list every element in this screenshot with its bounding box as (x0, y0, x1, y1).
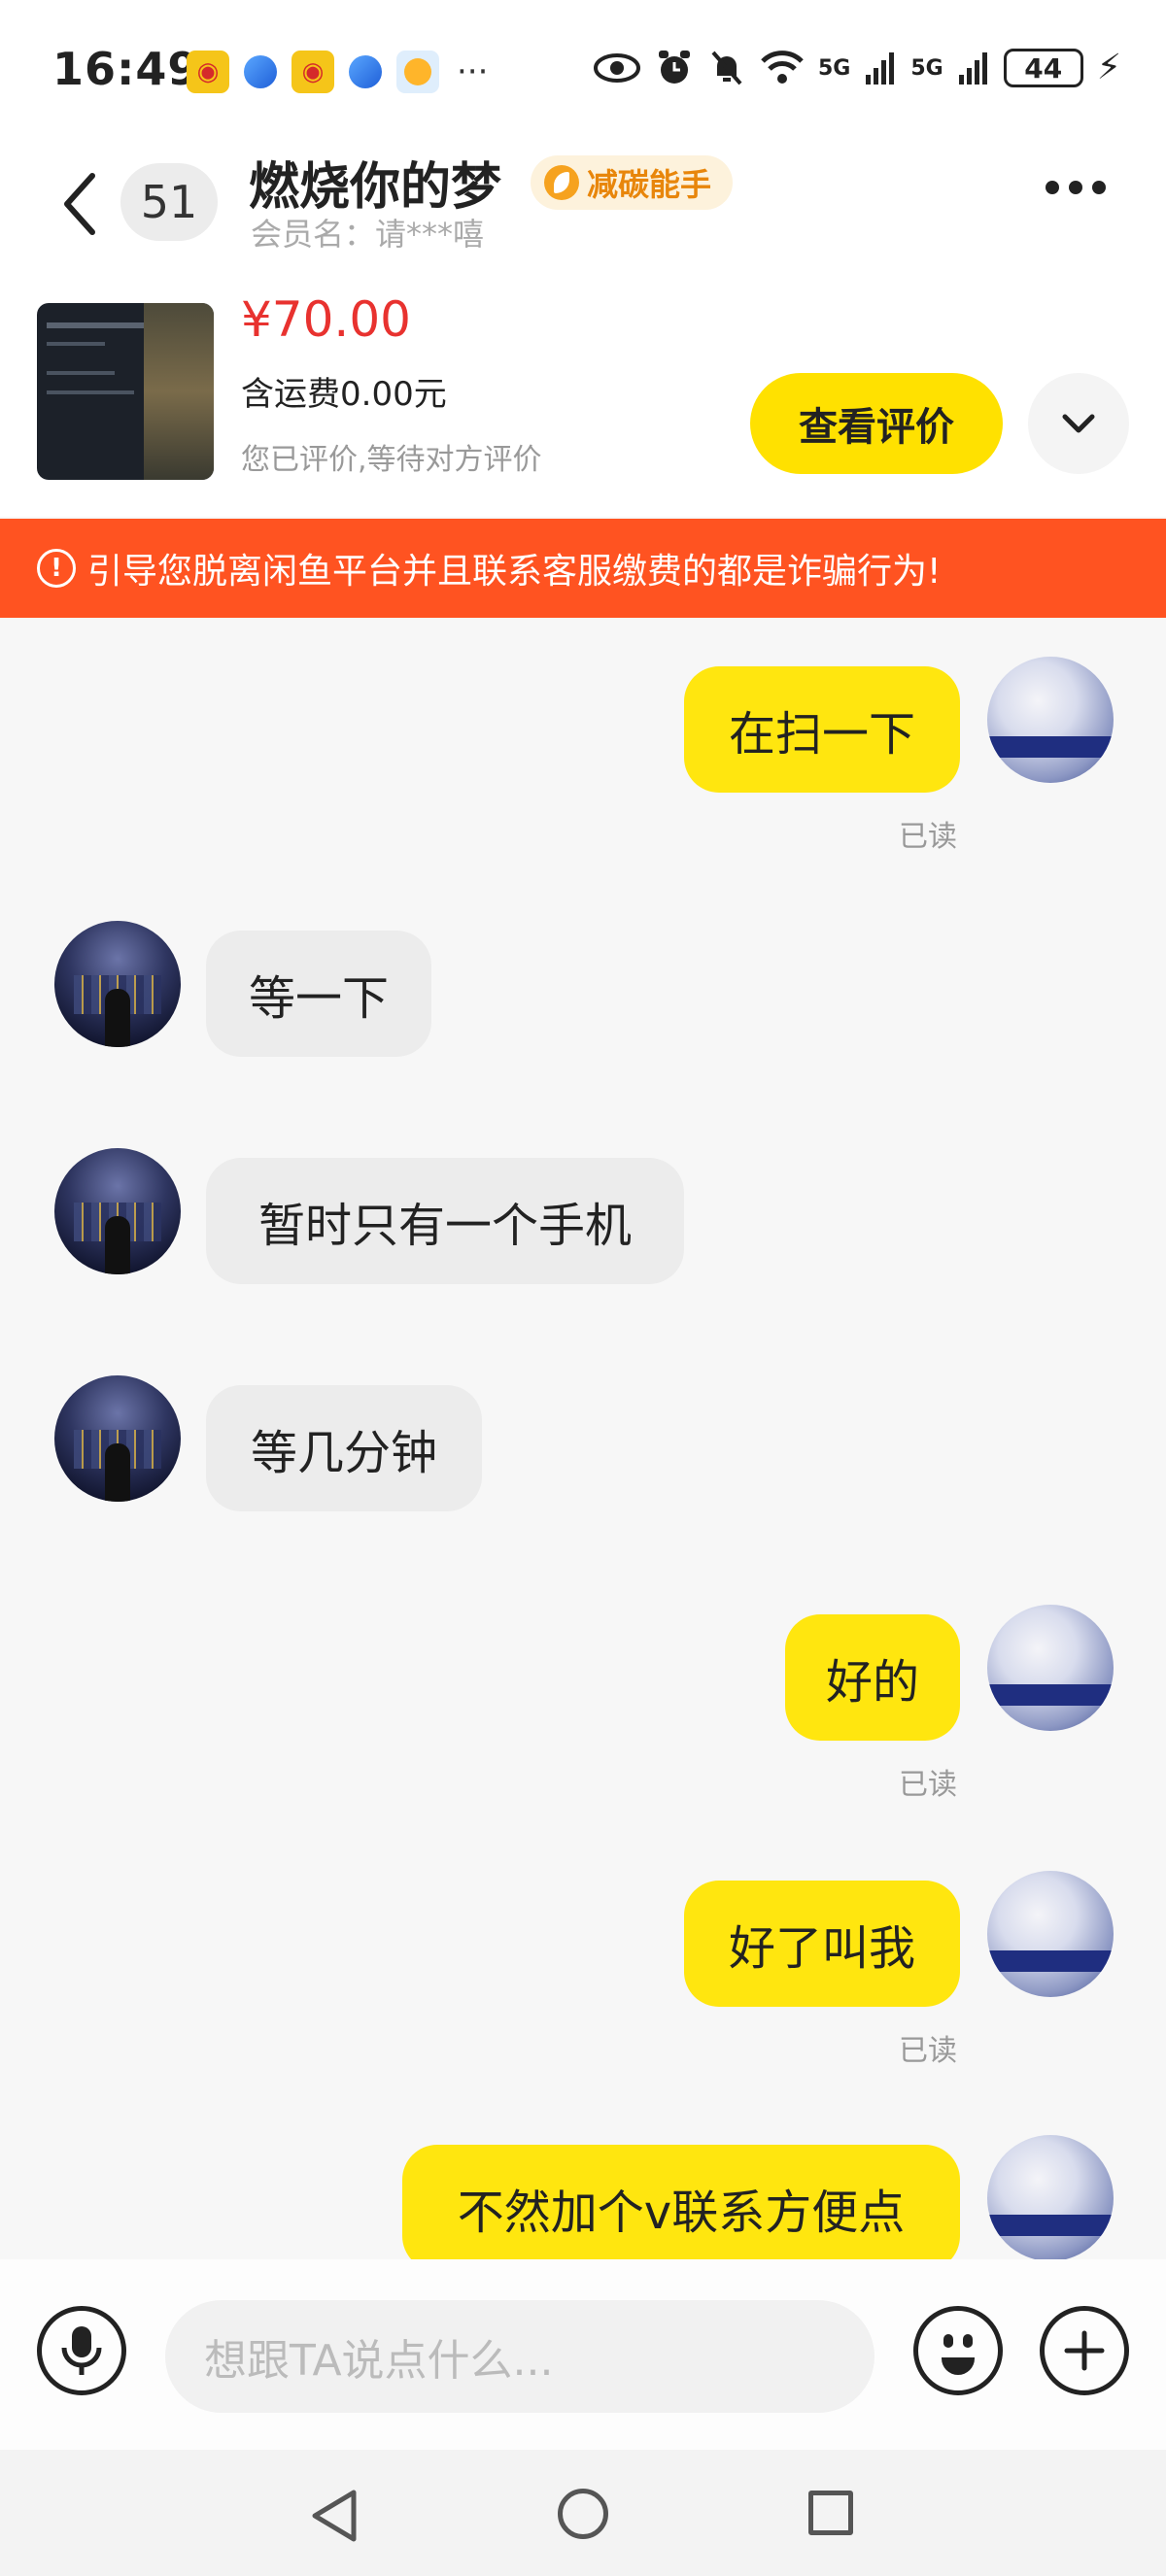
browser-icon (239, 51, 282, 93)
add-button[interactable] (1040, 2306, 1129, 2395)
more-options-button[interactable] (1046, 181, 1106, 194)
nav-back-icon[interactable] (309, 2489, 360, 2543)
contact-avatar[interactable] (54, 921, 181, 1047)
nav-home-icon[interactable] (558, 2489, 608, 2539)
wifi-icon (761, 51, 804, 84)
browser-icon (344, 51, 387, 93)
weibo-icon: ◉ (292, 51, 334, 93)
notification-icons: ◉ ◉ ··· (187, 51, 488, 93)
my-avatar[interactable] (987, 657, 1114, 783)
eye-icon (593, 53, 640, 83)
unread-count-badge[interactable]: 51 (120, 163, 218, 241)
my-avatar[interactable] (987, 1605, 1114, 1731)
emoji-mouth (942, 2357, 975, 2375)
system-indicators: 5G 5G 44 ⚡ (593, 49, 1121, 87)
message-bubble-me[interactable]: 好了叫我 (684, 1881, 960, 2007)
network-label-1: 5G (817, 55, 851, 81)
message-bubble-other[interactable]: 等一下 (206, 931, 431, 1057)
chevron-left-icon (64, 173, 95, 235)
nav-recents-icon[interactable] (808, 2491, 853, 2535)
leaf-icon (544, 165, 579, 200)
more-dot (1046, 181, 1059, 194)
network-label-2: 5G (910, 55, 943, 81)
mute-icon (711, 51, 742, 85)
battery-level: 44 (1024, 51, 1063, 85)
more-dot (1092, 181, 1106, 194)
fraud-warning-banner: ! 引导您脱离闲鱼平台并且联系客服缴费的都是诈骗行为! (0, 519, 1166, 618)
expand-button[interactable] (1028, 373, 1129, 474)
contact-avatar[interactable] (54, 1375, 181, 1502)
input-bar: 想跟TA说点什么... (0, 2259, 1166, 2450)
contact-avatar[interactable] (54, 1148, 181, 1274)
message-bubble-other[interactable]: 等几分钟 (206, 1385, 482, 1511)
battery-icon: 44 (1003, 49, 1083, 87)
message-bubble-me[interactable]: 好的 (785, 1614, 960, 1741)
chevron-down-icon (1062, 414, 1095, 433)
voice-button[interactable] (37, 2306, 126, 2395)
read-receipt: 已读 (899, 2034, 957, 2068)
emoji-button[interactable] (913, 2306, 1003, 2395)
system-nav-bar (0, 2450, 1166, 2576)
weibo-icon: ◉ (187, 51, 229, 93)
read-receipt: 已读 (899, 1768, 957, 1802)
product-card: ¥70.00 含运费0.00元 您已评价,等待对方评价 查看评价 (0, 291, 1166, 517)
product-price: ¥70.00 (241, 291, 411, 348)
carbon-badge[interactable]: 减碳能手 (531, 155, 734, 210)
emoji-eye (963, 2334, 973, 2348)
review-status: 您已评价,等待对方评价 (241, 443, 542, 477)
my-avatar[interactable] (987, 2135, 1114, 2259)
shipping-info: 含运费0.00元 (241, 375, 447, 414)
plus-icon (1064, 2330, 1105, 2371)
message-bubble-other[interactable]: 暂时只有一个手机 (206, 1158, 684, 1284)
more-notifications: ··· (457, 52, 489, 91)
charging-icon: ⚡ (1096, 48, 1121, 87)
status-time: 16:49 (52, 43, 200, 95)
more-dot (1069, 181, 1082, 194)
message-bubble-me[interactable]: 在扫一下 (684, 666, 960, 793)
emoji-eye (943, 2334, 953, 2348)
badge-label: 减碳能手 (587, 166, 712, 203)
status-bar: 16:49 ◉ ◉ ··· 5G 5G 44 ⚡ (0, 0, 1166, 146)
my-avatar[interactable] (987, 1871, 1114, 1997)
alert-icon: ! (37, 549, 76, 588)
weather-icon (396, 51, 439, 93)
back-button[interactable] (54, 165, 103, 243)
message-list[interactable]: 在扫一下 已读 等一下 暂时只有一个手机 等几分钟 好的 已读 好了叫我 已读 … (0, 618, 1166, 2259)
message-bubble-me[interactable]: 不然加个v联系方便点 (402, 2145, 960, 2259)
member-name: 会员名：请***嘻 (251, 216, 485, 253)
read-receipt: 已读 (899, 820, 957, 854)
signal-icon (958, 52, 987, 85)
microphone-icon (61, 2326, 102, 2375)
alarm-icon (658, 51, 690, 84)
chat-header: 51 燃烧你的梦 减碳能手 会员名：请***嘻 (0, 146, 1166, 291)
product-thumbnail[interactable] (37, 303, 214, 480)
warning-text: 引导您脱离闲鱼平台并且联系客服缴费的都是诈骗行为! (87, 552, 942, 592)
signal-icon (866, 52, 895, 85)
message-input[interactable]: 想跟TA说点什么... (165, 2300, 874, 2413)
view-review-button[interactable]: 查看评价 (750, 373, 1003, 474)
contact-name[interactable]: 燃烧你的梦 (249, 146, 501, 219)
